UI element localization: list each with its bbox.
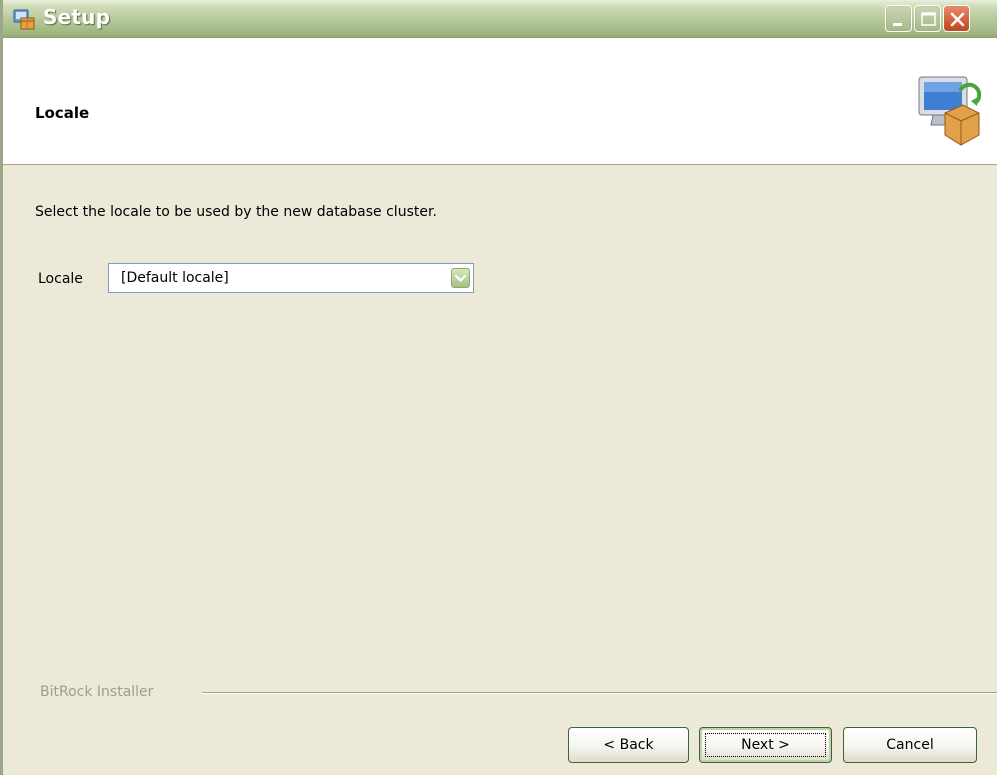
locale-label: Locale [38,271,83,287]
minimize-icon [893,23,902,26]
wizard-header: Locale [3,38,997,165]
maximize-icon [921,12,936,26]
back-button[interactable]: < Back [568,727,689,763]
close-button[interactable] [943,5,970,32]
setup-box-icon [12,7,36,31]
locale-selected-value: [Default locale] [121,270,229,286]
minimize-button[interactable] [885,5,912,32]
installer-brand: BitRock Installer [40,684,154,700]
dropdown-button[interactable] [451,268,470,288]
computer-package-icon [915,71,982,151]
maximize-button[interactable] [914,5,941,32]
next-button[interactable]: Next > [699,727,832,763]
chevron-down-icon [454,274,467,282]
locale-select[interactable]: [Default locale] [108,263,474,293]
title-bar[interactable]: Setup [3,0,997,38]
close-icon [950,12,965,27]
window-title: Setup [43,5,111,29]
page-title: Locale [35,104,90,122]
instruction-text: Select the locale to be used by the new … [35,204,437,220]
footer-divider [202,692,997,694]
next-button-label: Next > [705,733,826,757]
cancel-button[interactable]: Cancel [843,727,977,763]
setup-window: Setup Locale Select the locale to be use… [0,0,997,775]
